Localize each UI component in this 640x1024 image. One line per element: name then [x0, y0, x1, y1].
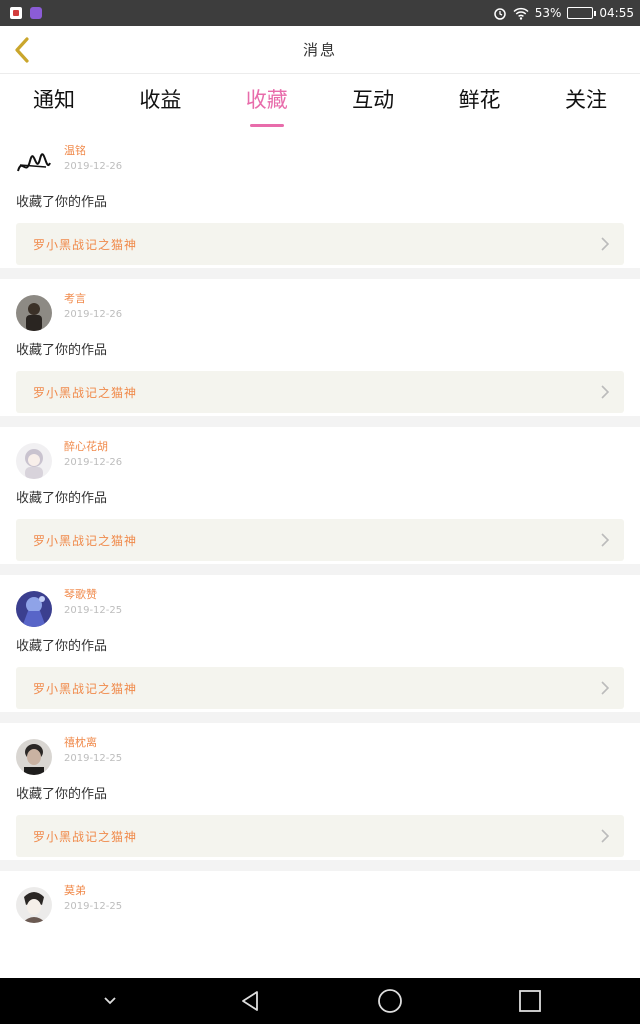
work-link[interactable]: 罗小黑战记之猫神: [16, 371, 624, 413]
work-title: 罗小黑战记之猫神: [33, 385, 138, 400]
wifi-icon: [513, 7, 529, 20]
timestamp: 2019-12-26: [64, 161, 123, 172]
tab-favorites[interactable]: 收藏: [235, 75, 299, 131]
avatar[interactable]: [16, 887, 52, 923]
action-text: 收藏了你的作品: [16, 195, 108, 210]
work-title: 罗小黑战记之猫神: [33, 237, 138, 252]
tab-flowers[interactable]: 鲜花: [448, 75, 512, 131]
timestamp: 2019-12-26: [64, 457, 123, 468]
back-triangle-icon: [242, 991, 258, 1011]
signature-avatar-icon: [17, 153, 51, 172]
timestamp: 2019-12-25: [64, 753, 123, 764]
clock: 04:55: [599, 6, 634, 20]
username[interactable]: 温铭: [64, 143, 122, 159]
tab-interactions[interactable]: 互动: [341, 75, 405, 131]
chevron-right-icon: [601, 829, 610, 843]
username[interactable]: 禧枕离: [64, 735, 122, 751]
timestamp: 2019-12-25: [64, 901, 123, 912]
tab-bar: 通知 收益 收藏 互动 鲜花 关注: [0, 75, 640, 131]
work-title: 罗小黑战记之猫神: [33, 829, 138, 844]
user-photo-avatar-icon: [16, 295, 52, 331]
work-link[interactable]: 罗小黑战记之猫神: [16, 519, 624, 561]
alarm-icon: [493, 8, 506, 20]
work-link[interactable]: 罗小黑战记之猫神: [16, 815, 624, 857]
action-text: 收藏了你的作品: [16, 787, 108, 802]
work-link[interactable]: 罗小黑战记之猫神: [16, 223, 624, 265]
timestamp: 2019-12-26: [64, 309, 123, 320]
avatar[interactable]: [16, 147, 52, 183]
work-link[interactable]: 罗小黑战记之猫神: [16, 667, 624, 709]
system-nav-bar: [0, 978, 640, 1024]
back-button[interactable]: [8, 36, 36, 64]
status-bar: 53% 04:55: [0, 0, 640, 26]
chevron-down-icon: [104, 997, 116, 1005]
tab-earnings[interactable]: 收益: [128, 75, 192, 131]
back-nav-button[interactable]: [226, 981, 274, 1021]
work-title: 罗小黑战记之猫神: [33, 533, 138, 548]
hide-nav-button[interactable]: [86, 981, 134, 1021]
timestamp: 2019-12-25: [64, 605, 123, 616]
action-text: 收藏了你的作品: [16, 491, 108, 506]
recents-square-icon: [519, 990, 541, 1012]
chevron-right-icon: [601, 237, 610, 251]
page-title: 消息: [302, 41, 337, 59]
favorites-list: 温铭 2019-12-26 收藏了你的作品 罗小黑战记之猫神 考言 2019-1…: [0, 131, 640, 1019]
chevron-right-icon: [601, 533, 610, 547]
app-notification-icon: [10, 7, 22, 19]
back-arrow-icon: [15, 37, 29, 63]
blue-anime-avatar-icon: [16, 591, 52, 627]
app-notification-icon-2: [30, 7, 42, 19]
portrait-avatar-icon: [16, 739, 52, 775]
list-item: 禧枕离 2019-12-25 收藏了你的作品 罗小黑战记之猫神: [0, 723, 640, 871]
home-circle-icon: [378, 989, 402, 1013]
battery-icon: [567, 7, 597, 19]
avatar[interactable]: [16, 295, 52, 331]
list-item: 琴歌赞 2019-12-25 收藏了你的作品 罗小黑战记之猫神: [0, 575, 640, 723]
avatar[interactable]: [16, 591, 52, 627]
action-text: 收藏了你的作品: [16, 343, 108, 358]
recents-nav-button[interactable]: [506, 981, 554, 1021]
app-header: 消息: [0, 26, 640, 74]
username[interactable]: 琴歌赞: [64, 587, 122, 603]
avatar[interactable]: [16, 739, 52, 775]
username[interactable]: 醉心花胡: [64, 439, 122, 455]
username[interactable]: 考言: [64, 291, 122, 307]
list-item: 温铭 2019-12-26 收藏了你的作品 罗小黑战记之猫神: [0, 131, 640, 279]
avatar[interactable]: [16, 443, 52, 479]
list-item: 醉心花胡 2019-12-26 收藏了你的作品 罗小黑战记之猫神: [0, 427, 640, 575]
chevron-right-icon: [601, 385, 610, 399]
username[interactable]: 莫弟: [64, 883, 122, 899]
tab-notifications[interactable]: 通知: [22, 75, 86, 131]
home-nav-button[interactable]: [366, 981, 414, 1021]
list-item: 考言 2019-12-26 收藏了你的作品 罗小黑战记之猫神: [0, 279, 640, 427]
battery-percent: 53%: [534, 6, 562, 20]
anime-girl-avatar-icon: [16, 443, 52, 479]
chevron-right-icon: [601, 681, 610, 695]
sketch-avatar-icon: [16, 887, 52, 923]
action-text: 收藏了你的作品: [16, 639, 108, 654]
work-title: 罗小黑战记之猫神: [33, 681, 138, 696]
tab-follows[interactable]: 关注: [554, 75, 618, 131]
